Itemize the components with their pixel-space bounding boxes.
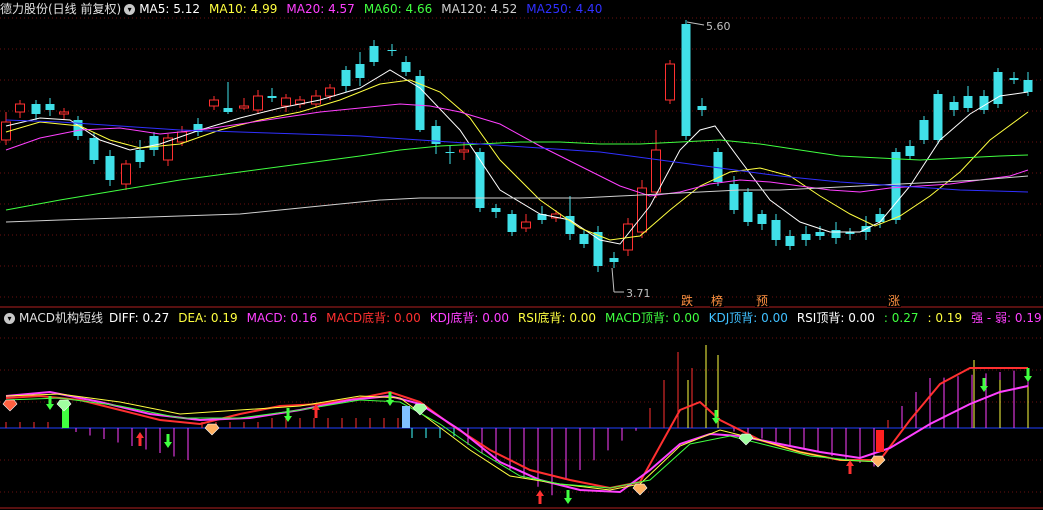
buy-arrow-icon <box>536 490 544 504</box>
candle-down <box>401 62 411 72</box>
candle-down <box>267 96 277 98</box>
low-pointer <box>611 267 615 293</box>
candle-down <box>149 136 159 150</box>
buy-arrow-icon <box>846 460 854 474</box>
candle-up <box>281 97 291 107</box>
candle-down <box>771 220 781 240</box>
candle-up <box>665 63 675 101</box>
candle-up <box>459 149 469 153</box>
candle-down <box>105 156 115 180</box>
candle-down <box>445 152 455 153</box>
low-price-label: 3.71 <box>626 287 651 300</box>
candle-down <box>949 102 959 110</box>
candle-down <box>743 192 753 222</box>
candle-down <box>341 70 351 86</box>
candle-down <box>757 214 767 224</box>
candle-up <box>521 221 531 229</box>
candle-down <box>697 106 707 110</box>
candle-down <box>905 146 915 156</box>
candle-down <box>933 94 943 140</box>
candle-up <box>239 105 249 109</box>
ma250-line <box>5 119 1029 193</box>
candle-down <box>831 230 841 238</box>
ma120-line <box>5 175 1029 223</box>
candle-down <box>1023 80 1033 92</box>
candle-up <box>651 149 661 193</box>
ma60-line <box>5 139 1029 211</box>
signal-marker-3: 涨 <box>888 293 900 308</box>
sell-arrow-icon <box>1024 368 1032 382</box>
candle-down <box>963 96 973 108</box>
candle-down <box>579 234 589 244</box>
candle-up <box>209 99 219 107</box>
candle-down <box>31 104 41 114</box>
sell-arrow-icon <box>386 392 394 406</box>
diamond-icon <box>870 455 886 468</box>
candle-up <box>253 95 263 111</box>
diamond-icon <box>2 399 18 412</box>
sell-arrow-icon <box>164 434 172 448</box>
signal-marker-2: 预 <box>756 294 768 308</box>
candle-down <box>919 120 929 140</box>
candle-down <box>45 104 55 110</box>
candle-down <box>507 214 517 232</box>
ma10-line <box>5 79 1029 241</box>
ma5-line <box>5 69 1029 245</box>
histogram-block <box>402 406 410 428</box>
ma20-line <box>5 103 1029 197</box>
buy-arrow-icon <box>136 432 144 446</box>
signal-marker-0: 跌 <box>681 293 693 308</box>
candle-down <box>609 258 619 262</box>
candle-down <box>681 24 691 136</box>
candle-down <box>801 234 811 240</box>
diamond-icon <box>204 423 220 436</box>
candle-down <box>729 184 739 210</box>
sell-arrow-icon <box>712 410 720 424</box>
candle-up <box>59 111 69 115</box>
candle-down <box>491 208 501 212</box>
candle-up <box>15 103 25 113</box>
sell-arrow-icon <box>980 378 988 392</box>
histogram-block <box>876 430 884 452</box>
candle-down <box>815 232 825 236</box>
diamond-icon <box>632 483 648 496</box>
candle-down <box>355 64 365 78</box>
stock-chart-canvas[interactable]: 5.60 3.71 跌 榜 预 涨 <box>0 0 1043 510</box>
signal-marker-1: 榜 <box>711 293 723 308</box>
candle-down <box>785 236 795 246</box>
candle-down <box>223 108 233 112</box>
sell-arrow-icon <box>564 490 572 504</box>
candle-down <box>135 150 145 162</box>
diamond-icon <box>412 403 428 416</box>
candle-down <box>369 46 379 62</box>
candle-down <box>1009 78 1019 80</box>
diamond-icon <box>738 433 754 446</box>
high-price-label: 5.60 <box>706 20 731 33</box>
candle-down <box>387 50 397 51</box>
candle-down <box>89 138 99 160</box>
sell-arrow-icon <box>284 408 292 422</box>
candle-up <box>325 87 335 97</box>
candle-up <box>121 163 131 185</box>
